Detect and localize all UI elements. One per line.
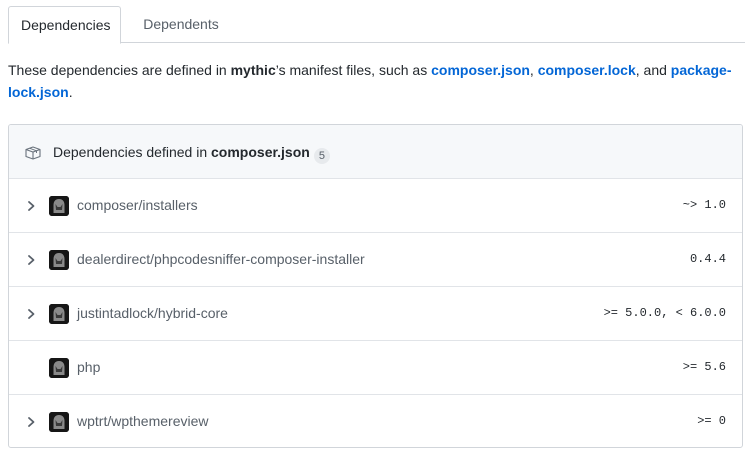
- tab-dependencies[interactable]: Dependencies: [8, 6, 121, 44]
- dependency-name-link[interactable]: php: [77, 359, 100, 375]
- dependency-version: ~> 1.0: [682, 198, 726, 212]
- dependency-row: justintadlock/hybrid-core >= 5.0.0, < 6.0…: [9, 287, 742, 341]
- avatar-icon: [49, 196, 69, 216]
- avatar-icon: [49, 412, 69, 432]
- tab-dependents[interactable]: Dependents: [125, 6, 237, 43]
- tab-nav: Dependencies Dependents: [8, 6, 745, 44]
- dependency-row: wptrt/wpthemereview >= 0: [9, 395, 742, 447]
- intro-prefix: These dependencies are defined in: [8, 62, 231, 78]
- dependency-row: dealerdirect/phpcodesniffer-composer-ins…: [9, 233, 742, 287]
- box-title: Dependencies defined in composer.json 5: [53, 144, 330, 164]
- intro-text: These dependencies are defined in mythic…: [8, 59, 745, 103]
- dependencies-box: Dependencies defined in composer.json 5 c…: [8, 124, 743, 448]
- chevron-right-icon[interactable]: [25, 199, 37, 213]
- dependency-version: >= 5.0.0, < 6.0.0: [603, 306, 726, 320]
- package-icon: [25, 146, 41, 160]
- box-title-file: composer.json: [211, 144, 310, 160]
- dependency-count-badge: 5: [313, 148, 330, 164]
- dependency-version: >= 5.6: [682, 360, 726, 374]
- dependency-name-link[interactable]: justintadlock/hybrid-core: [77, 305, 228, 321]
- dependency-list: composer/installers ~> 1.0 dealerdirect/ph…: [9, 179, 742, 447]
- intro-sep-2: , and: [635, 62, 671, 78]
- dependency-name-link[interactable]: dealerdirect/phpcodesniffer-composer-ins…: [77, 251, 365, 267]
- composer-json-link[interactable]: composer.json: [431, 62, 530, 78]
- box-title-prefix: Dependencies defined in: [53, 144, 212, 160]
- chevron-right-icon[interactable]: [25, 253, 37, 267]
- dependency-name-link[interactable]: wptrt/wpthemereview: [77, 413, 209, 429]
- dependency-row: php >= 5.6: [9, 341, 742, 395]
- avatar-icon: [49, 250, 69, 270]
- dependency-version: 0.4.4: [689, 252, 726, 266]
- dependency-version: >= 0: [697, 414, 726, 428]
- avatar-icon: [49, 304, 69, 324]
- repo-name: mythic: [230, 62, 276, 78]
- dependencies-box-header: Dependencies defined in composer.json 5: [9, 125, 742, 179]
- intro-sep-1: ,: [529, 62, 538, 78]
- dependency-row: composer/installers ~> 1.0: [9, 179, 742, 233]
- dependency-name-link[interactable]: composer/installers: [77, 197, 198, 213]
- intro-middle: ’s manifest files, such as: [275, 62, 432, 78]
- intro-suffix: .: [68, 84, 73, 100]
- chevron-right-icon[interactable]: [25, 307, 37, 321]
- avatar-icon: [49, 358, 69, 378]
- chevron-right-icon[interactable]: [25, 415, 37, 429]
- composer-lock-link[interactable]: composer.lock: [538, 62, 636, 78]
